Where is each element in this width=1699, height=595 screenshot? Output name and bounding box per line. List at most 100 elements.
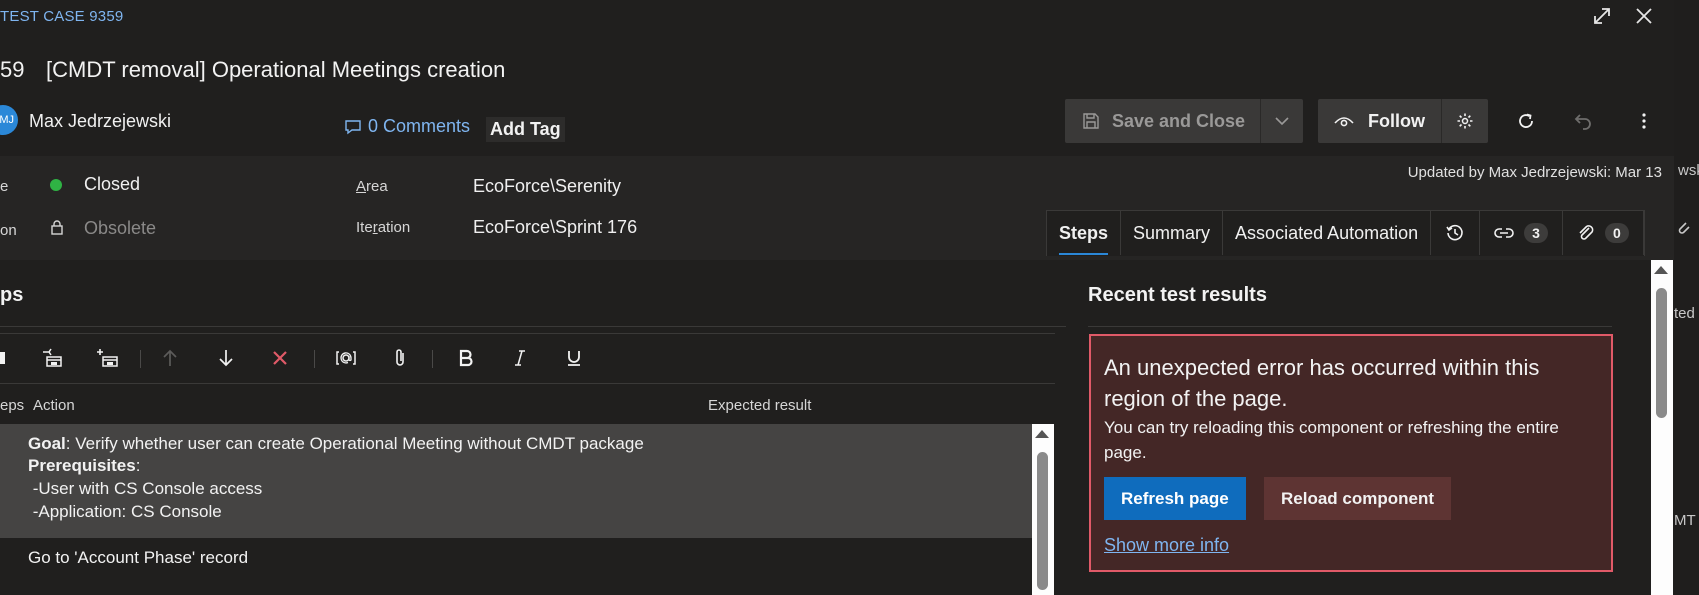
attach-file-button[interactable] <box>388 346 412 370</box>
more-actions-button[interactable] <box>1632 109 1656 133</box>
details-panel-scrollbar[interactable] <box>1651 260 1673 595</box>
tab-steps[interactable]: Steps <box>1047 211 1122 255</box>
tab-summary[interactable]: Summary <box>1121 211 1224 255</box>
area-value[interactable]: EcoForce\Serenity <box>473 176 621 197</box>
reason-label: on <box>0 222 17 239</box>
move-step-up-button[interactable] <box>158 346 182 370</box>
tab-history[interactable] <box>1431 211 1481 255</box>
steps-section-heading: ps <box>0 284 24 306</box>
save-button-group: Save and Close <box>1065 99 1304 143</box>
links-count-badge: 3 <box>1524 223 1548 243</box>
iteration-value[interactable]: EcoForce\Sprint 176 <box>473 217 637 238</box>
lock-icon <box>51 220 63 235</box>
scrollbar-thumb[interactable] <box>1656 288 1667 418</box>
step-prerequisite-item: -User with CS Console access <box>28 479 263 498</box>
save-options-dropdown[interactable] <box>1261 99 1303 143</box>
background-text: wsk <box>1678 162 1699 179</box>
save-and-close-button[interactable]: Save and Close <box>1065 99 1260 143</box>
insert-shared-steps-button[interactable] <box>40 346 64 370</box>
save-and-close-label: Save and Close <box>1112 110 1246 131</box>
updated-by-text[interactable]: Updated by Max Jedrzejewski: Mar 13 <box>1408 164 1662 181</box>
link-icon <box>1494 228 1514 238</box>
iteration-label: Iteration <box>356 219 411 236</box>
italic-button[interactable] <box>508 346 532 370</box>
create-shared-steps-icon <box>97 349 118 367</box>
close-icon <box>1636 8 1652 24</box>
refresh-button[interactable] <box>1514 109 1538 133</box>
background-text: MT <box>1674 512 1696 529</box>
step-action-text: Go to 'Account Phase' record <box>28 548 249 567</box>
step-prerequisite-item: -Application: CS Console <box>28 502 222 521</box>
undo-button[interactable] <box>1572 109 1596 133</box>
tab-associated-automation[interactable]: Associated Automation <box>1223 211 1432 255</box>
bold-button[interactable] <box>454 346 478 370</box>
attachment-icon <box>1579 225 1594 240</box>
refresh-icon <box>1519 113 1533 128</box>
background-page: wsk ted MT <box>1674 0 1699 595</box>
work-item-type-label: TEST CASE 9359 <box>0 8 124 25</box>
comments-label: 0 Comments <box>368 116 471 136</box>
move-step-down-button[interactable] <box>214 346 238 370</box>
insert-shared-steps-icon <box>43 348 62 367</box>
italic-icon <box>515 350 525 366</box>
reason-value: Obsolete <box>84 218 157 238</box>
step-row[interactable]: Goal: Verify whether user can create Ope… <box>0 424 1032 538</box>
chevron-down-icon <box>1275 117 1289 126</box>
paperclip-icon <box>396 349 404 366</box>
scroll-up-arrow-icon[interactable] <box>1654 266 1668 274</box>
insert-parameter-button[interactable] <box>334 346 358 370</box>
follow-settings-button[interactable] <box>1442 99 1488 143</box>
step-prerequisites-label: Prerequisites: <box>28 456 141 475</box>
underline-icon <box>568 351 580 366</box>
close-button[interactable] <box>1632 4 1656 28</box>
step-goal-text: Goal: Verify whether user can create Ope… <box>28 434 644 453</box>
work-item-title[interactable]: [CMDT removal] Operational Meetings crea… <box>46 57 505 83</box>
arrow-down-icon <box>219 350 233 367</box>
step-row[interactable]: Go to 'Account Phase' record <box>0 538 1032 595</box>
expand-button[interactable] <box>1590 4 1614 28</box>
insert-step-button[interactable] <box>0 346 10 370</box>
undo-icon <box>1574 114 1591 130</box>
underline-button[interactable] <box>562 346 586 370</box>
work-item-dialog: TEST CASE 9359 59 [CMDT removal] Operati… <box>0 0 1674 595</box>
tab-links[interactable]: 3 <box>1480 211 1563 255</box>
steps-grid-scrollbar[interactable] <box>1032 424 1054 595</box>
comment-icon <box>345 119 361 134</box>
follow-button-group: Follow <box>1318 99 1488 143</box>
comments-link[interactable]: 0 Comments <box>344 116 470 137</box>
column-header-steps: eps <box>0 397 25 414</box>
gear-icon <box>1457 113 1473 129</box>
save-icon <box>1083 113 1099 129</box>
scrollbar-thumb[interactable] <box>1037 452 1048 590</box>
follow-label: Follow <box>1368 110 1425 131</box>
error-message-box: An unexpected error has occurred within … <box>1089 334 1613 572</box>
background-text: ted <box>1674 305 1695 322</box>
scroll-up-arrow-icon[interactable] <box>1035 430 1049 438</box>
create-shared-steps-button[interactable] <box>96 346 120 370</box>
attachments-count-badge: 0 <box>1604 223 1629 243</box>
bold-icon <box>459 349 473 367</box>
steps-grid: Goal: Verify whether user can create Ope… <box>0 424 1032 595</box>
refresh-page-button[interactable]: Refresh page <box>1104 477 1246 520</box>
eye-icon <box>1334 117 1354 127</box>
history-icon <box>1446 224 1463 241</box>
assignee-name[interactable]: Max Jedrzejewski <box>29 111 171 132</box>
more-vertical-icon <box>1642 113 1646 129</box>
delete-icon <box>273 351 287 365</box>
expand-icon <box>1594 8 1610 24</box>
error-title: An unexpected error has occurred within … <box>1104 355 1540 411</box>
recent-test-results-heading: Recent test results <box>1088 284 1267 306</box>
delete-step-button[interactable] <box>268 346 292 370</box>
state-value[interactable]: Closed <box>84 174 140 195</box>
state-indicator <box>50 179 62 191</box>
arrow-up-icon <box>163 349 177 366</box>
follow-button[interactable]: Follow <box>1318 99 1441 143</box>
insert-step-icon <box>0 352 5 364</box>
tab-attachments[interactable]: 0 <box>1563 211 1644 255</box>
background-attachment-icon <box>1678 222 1690 234</box>
reload-component-button[interactable]: Reload component <box>1264 477 1452 520</box>
show-more-info-link[interactable]: Show more info <box>1104 535 1229 556</box>
error-description: You can try reloading this component or … <box>1104 418 1559 462</box>
avatar: MJ <box>0 105 18 135</box>
add-tag-button[interactable]: Add Tag <box>486 117 565 142</box>
